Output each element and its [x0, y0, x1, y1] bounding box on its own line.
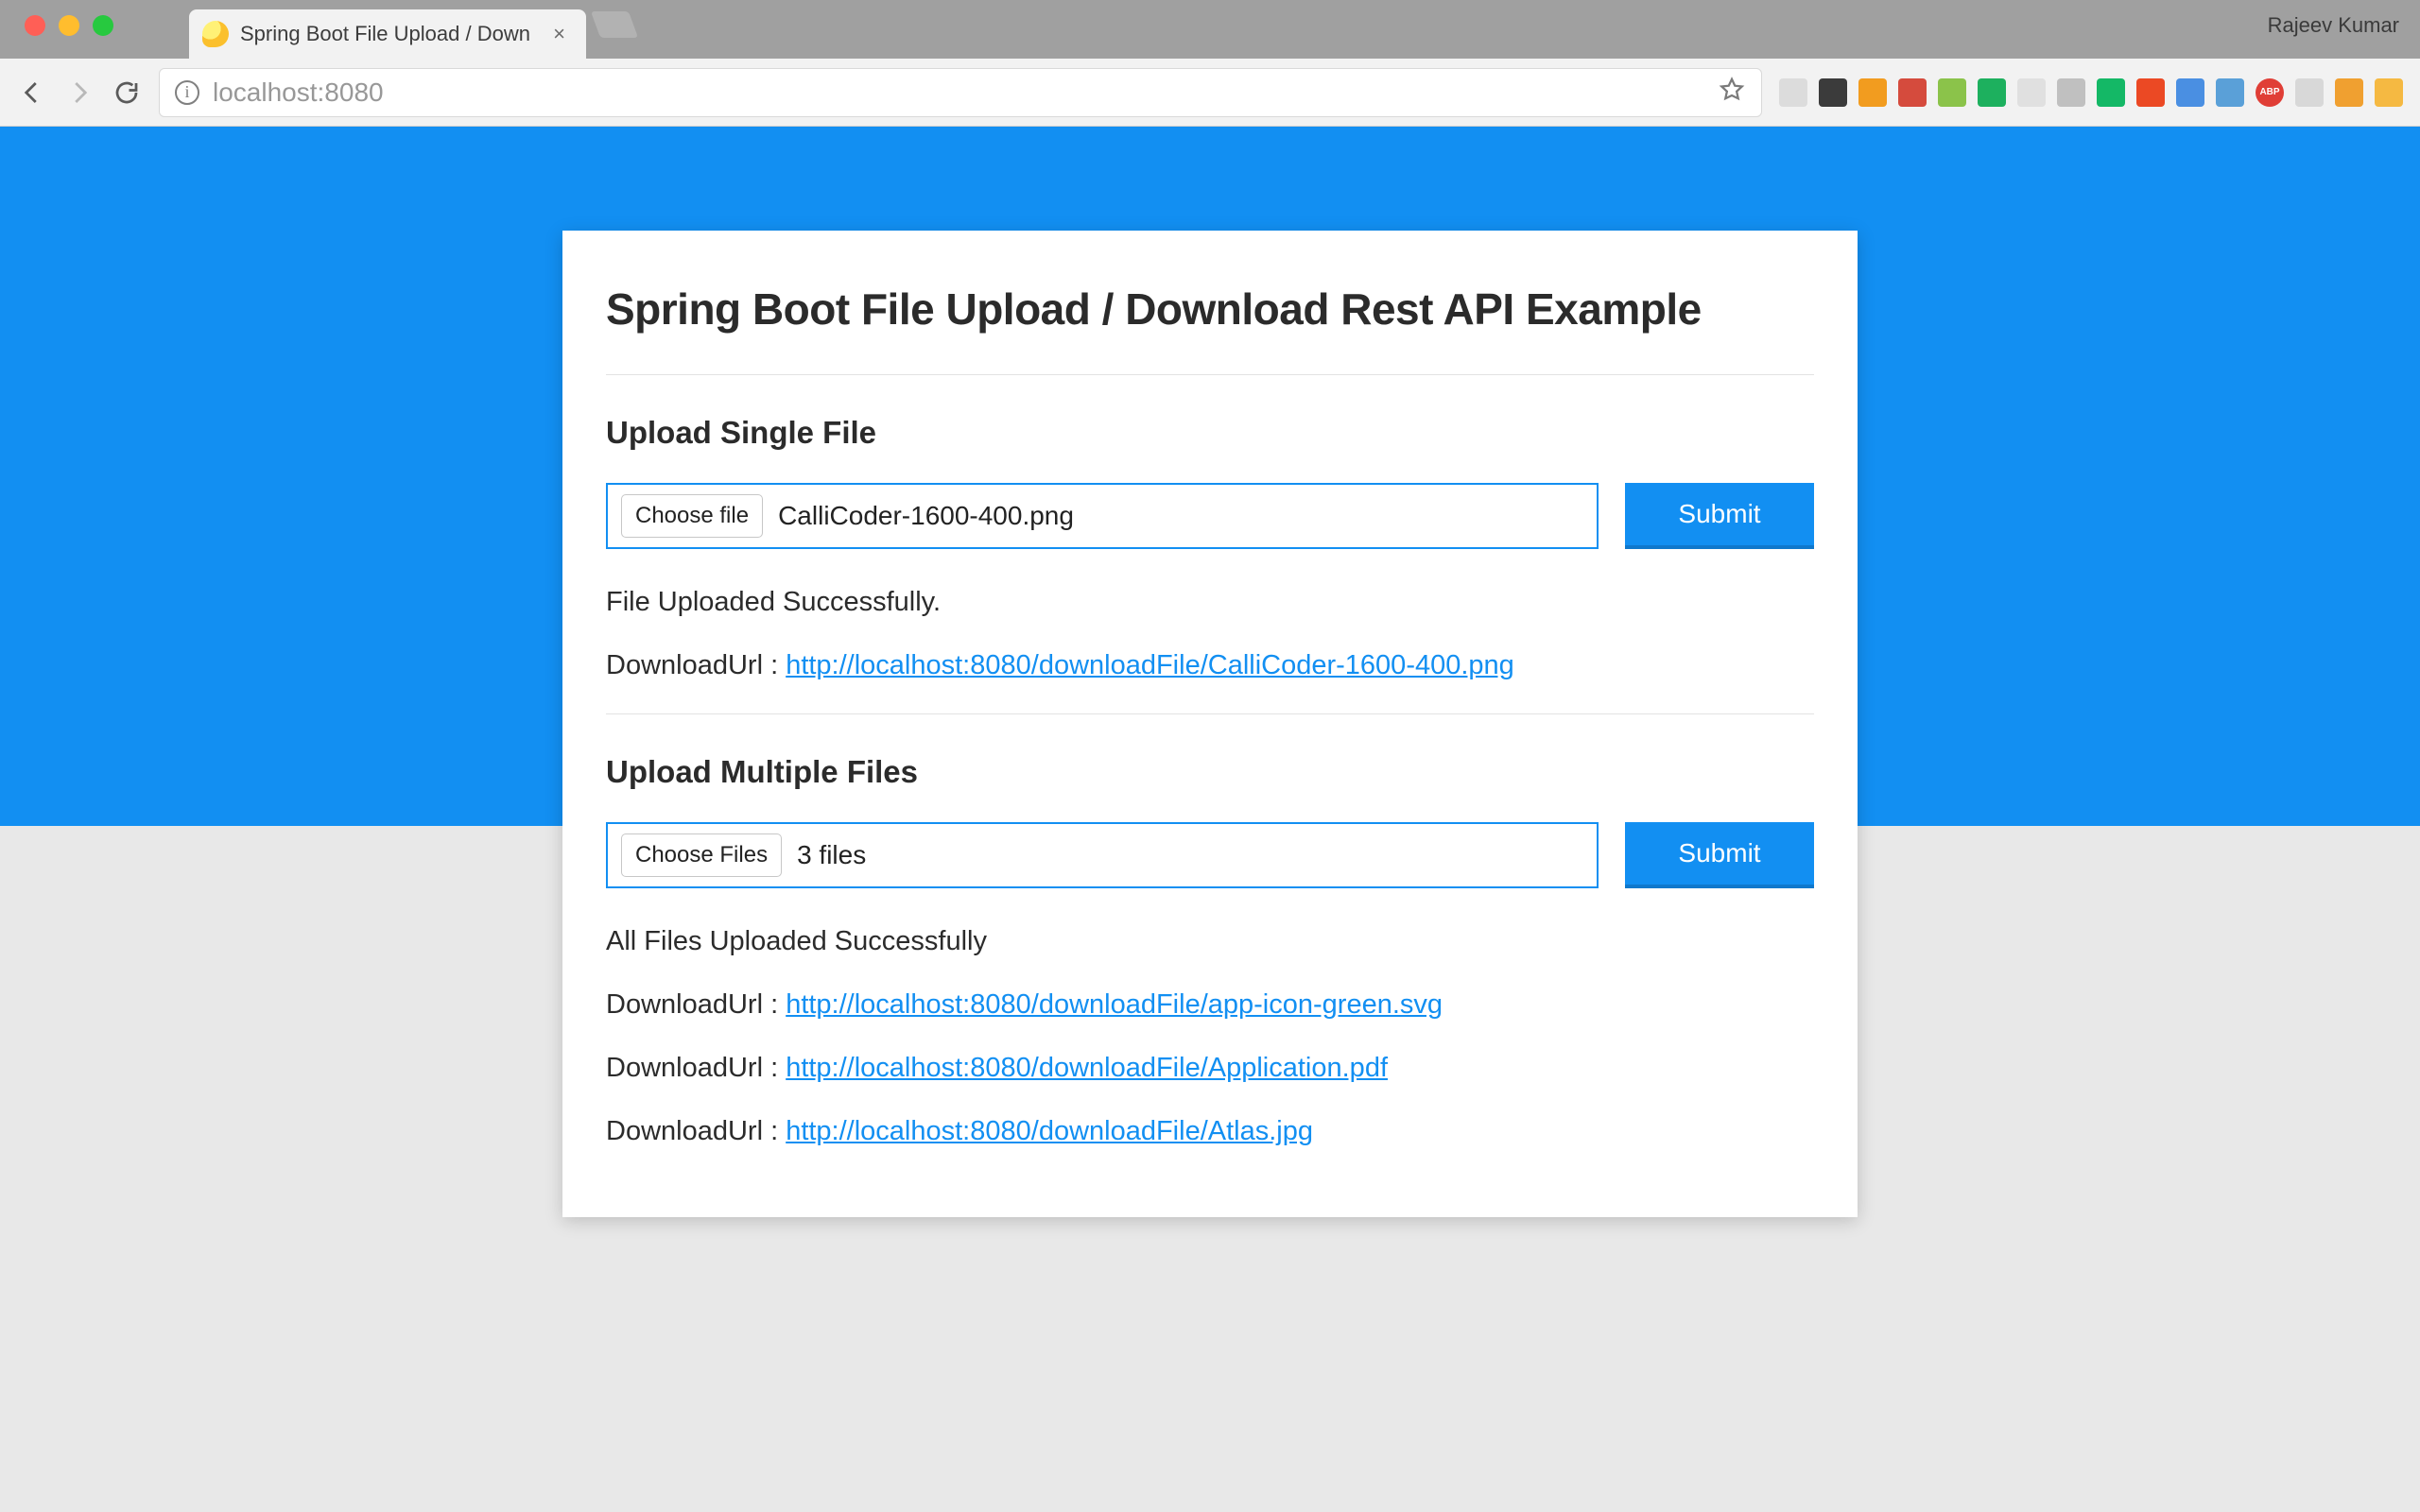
- url-text: localhost:8080: [213, 77, 384, 108]
- divider: [606, 713, 1814, 714]
- multi-download-line: DownloadUrl : http://localhost:8080/down…: [606, 1116, 1814, 1147]
- extensions-row: ABP: [1779, 78, 2403, 107]
- extension-icon[interactable]: [2136, 78, 2165, 107]
- close-tab-icon[interactable]: ×: [553, 22, 565, 46]
- single-submit-button[interactable]: Submit: [1625, 483, 1814, 549]
- window-controls: [25, 15, 113, 36]
- browser-toolbar: i localhost:8080 ABP: [0, 59, 2420, 127]
- extension-icon[interactable]: [2375, 78, 2403, 107]
- page-title: Spring Boot File Upload / Download Rest …: [606, 284, 1814, 335]
- profile-name[interactable]: Rajeev Kumar: [2268, 13, 2399, 38]
- tab-title: Spring Boot File Upload / Down: [240, 22, 542, 46]
- multi-download-line: DownloadUrl : http://localhost:8080/down…: [606, 989, 1814, 1021]
- extension-icon[interactable]: [1858, 78, 1887, 107]
- extension-icon[interactable]: [2017, 78, 2046, 107]
- multi-download-line: DownloadUrl : http://localhost:8080/down…: [606, 1053, 1814, 1084]
- multi-success-message: All Files Uploaded Successfully: [606, 926, 1814, 957]
- maximize-window-icon[interactable]: [93, 15, 113, 36]
- single-file-input[interactable]: Choose file CalliCoder-1600-400.png: [606, 483, 1599, 549]
- extension-icon[interactable]: [2335, 78, 2363, 107]
- extension-icon[interactable]: ABP: [2256, 78, 2284, 107]
- single-filename: CalliCoder-1600-400.png: [778, 501, 1074, 531]
- single-download-line: DownloadUrl : http://localhost:8080/down…: [606, 650, 1814, 681]
- extension-icon[interactable]: [1819, 78, 1847, 107]
- single-success-message: File Uploaded Successfully.: [606, 587, 1814, 618]
- single-upload-heading: Upload Single File: [606, 415, 1814, 451]
- close-window-icon[interactable]: [25, 15, 45, 36]
- extension-icon[interactable]: [2176, 78, 2204, 107]
- extension-icon[interactable]: [2295, 78, 2324, 107]
- page-viewport: Spring Boot File Upload / Download Rest …: [0, 127, 2420, 1512]
- multi-download-link[interactable]: http://localhost:8080/downloadFile/Appli…: [786, 1053, 1388, 1083]
- single-download-link[interactable]: http://localhost:8080/downloadFile/Calli…: [786, 650, 1514, 680]
- extension-icon[interactable]: [2097, 78, 2125, 107]
- download-prefix: DownloadUrl :: [606, 989, 786, 1020]
- reload-button[interactable]: [112, 77, 142, 108]
- extension-icon[interactable]: [1898, 78, 1927, 107]
- extension-icon[interactable]: [1978, 78, 2006, 107]
- multi-filecount: 3 files: [797, 840, 866, 870]
- bookmark-star-icon[interactable]: [1718, 76, 1746, 109]
- tab-favicon-icon: [202, 21, 229, 47]
- new-tab-button[interactable]: [591, 11, 638, 38]
- address-bar[interactable]: i localhost:8080: [159, 68, 1762, 117]
- multi-download-link[interactable]: http://localhost:8080/downloadFile/Atlas…: [786, 1116, 1313, 1146]
- multi-download-link[interactable]: http://localhost:8080/downloadFile/app-i…: [786, 989, 1443, 1020]
- download-prefix: DownloadUrl :: [606, 1053, 786, 1083]
- download-prefix: DownloadUrl :: [606, 1116, 786, 1146]
- multi-upload-row: Choose Files 3 files Submit: [606, 822, 1814, 888]
- choose-file-button[interactable]: Choose file: [621, 494, 763, 538]
- extension-icon[interactable]: [1938, 78, 1966, 107]
- back-button[interactable]: [17, 77, 47, 108]
- choose-files-button[interactable]: Choose Files: [621, 833, 782, 877]
- forward-button[interactable]: [64, 77, 95, 108]
- extension-icon[interactable]: [2057, 78, 2085, 107]
- site-info-icon[interactable]: i: [175, 80, 199, 105]
- tab-strip: Spring Boot File Upload / Down × Rajeev …: [0, 0, 2420, 59]
- multi-file-input[interactable]: Choose Files 3 files: [606, 822, 1599, 888]
- main-card: Spring Boot File Upload / Download Rest …: [562, 231, 1858, 1217]
- multi-submit-button[interactable]: Submit: [1625, 822, 1814, 888]
- multi-upload-heading: Upload Multiple Files: [606, 754, 1814, 790]
- browser-tab[interactable]: Spring Boot File Upload / Down ×: [189, 9, 586, 59]
- divider: [606, 374, 1814, 375]
- download-prefix: DownloadUrl :: [606, 650, 786, 680]
- minimize-window-icon[interactable]: [59, 15, 79, 36]
- single-upload-row: Choose file CalliCoder-1600-400.png Subm…: [606, 483, 1814, 549]
- extension-icon[interactable]: [2216, 78, 2244, 107]
- extension-icon[interactable]: [1779, 78, 1807, 107]
